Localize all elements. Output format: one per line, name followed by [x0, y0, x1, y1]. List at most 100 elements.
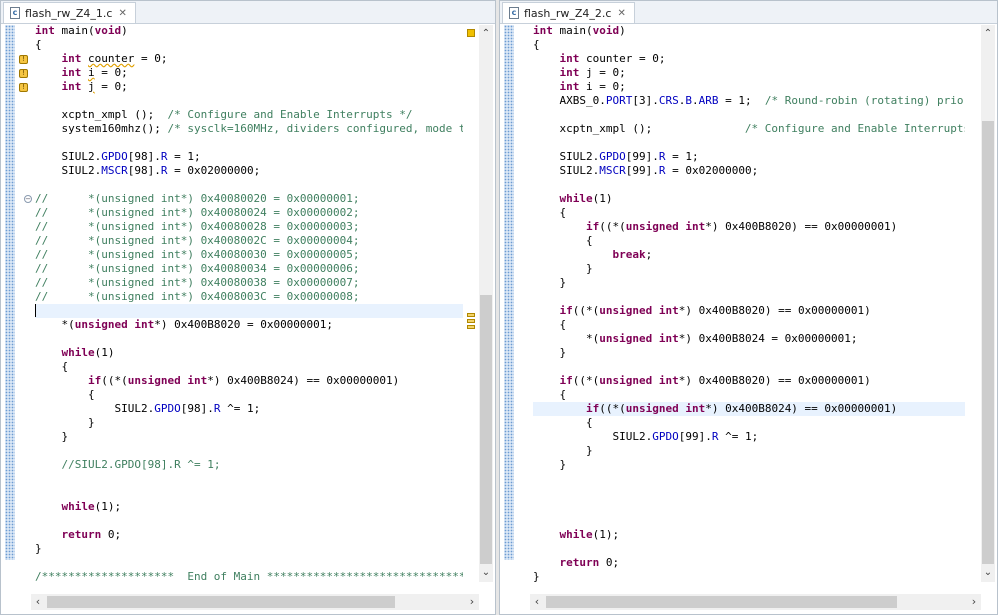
- code-line[interactable]: *(unsigned int*) 0x400B8024 = 0x00000001…: [533, 332, 965, 346]
- code-line[interactable]: [35, 514, 463, 528]
- scroll-right-icon[interactable]: ›: [465, 594, 479, 610]
- code-line[interactable]: [533, 360, 965, 374]
- code-line[interactable]: }: [533, 262, 965, 276]
- code-line[interactable]: [533, 514, 965, 528]
- vertical-scrollbar[interactable]: ⌃ ⌄: [981, 25, 995, 582]
- code-line[interactable]: {: [35, 360, 463, 374]
- code-line[interactable]: }: [35, 542, 463, 556]
- code-line[interactable]: {: [533, 318, 965, 332]
- code-editor[interactable]: int main(void){ int counter = 0; int i =…: [35, 24, 463, 582]
- code-line[interactable]: int counter = 0;: [533, 52, 965, 66]
- scroll-left-icon[interactable]: ‹: [31, 594, 45, 610]
- code-line[interactable]: int i = 0;: [533, 80, 965, 94]
- warning-marker-icon[interactable]: [467, 29, 475, 37]
- code-line[interactable]: SIUL2.GPDO[99].R ^= 1;: [533, 430, 965, 444]
- code-line[interactable]: xcptn_xmpl (); /* Configure and Enable I…: [35, 108, 463, 122]
- code-line[interactable]: {: [35, 388, 463, 402]
- code-line[interactable]: }: [533, 444, 965, 458]
- code-line[interactable]: [35, 136, 463, 150]
- close-icon[interactable]: ✕: [617, 8, 625, 19]
- warning-icon[interactable]: !: [19, 55, 28, 64]
- code-line[interactable]: [35, 486, 463, 500]
- overview-ruler[interactable]: [465, 25, 477, 582]
- code-line[interactable]: *(unsigned int*) 0x400B8020 = 0x00000001…: [35, 318, 463, 332]
- code-line[interactable]: if((*(unsigned int*) 0x400B8024) == 0x00…: [533, 402, 965, 416]
- code-line[interactable]: [35, 178, 463, 192]
- code-line[interactable]: int main(void): [35, 24, 463, 38]
- code-line[interactable]: // *(unsigned int*) 0x40080024 = 0x00000…: [35, 206, 463, 220]
- code-line[interactable]: [35, 332, 463, 346]
- code-line[interactable]: int j = 0;: [35, 80, 463, 94]
- code-line[interactable]: while(1): [35, 346, 463, 360]
- code-line[interactable]: if((*(unsigned int*) 0x400B8020) == 0x00…: [533, 304, 965, 318]
- horizontal-scrollbar[interactable]: ‹ ›: [530, 594, 981, 610]
- code-line[interactable]: }: [533, 570, 965, 582]
- code-line[interactable]: {: [533, 38, 965, 52]
- code-line[interactable]: [533, 486, 965, 500]
- code-line[interactable]: {: [533, 416, 965, 430]
- code-line[interactable]: if((*(unsigned int*) 0x400B8024) == 0x00…: [35, 374, 463, 388]
- scroll-left-icon[interactable]: ‹: [530, 594, 544, 610]
- code-editor[interactable]: int main(void){ int counter = 0; int j =…: [533, 24, 965, 582]
- code-line[interactable]: int i = 0;: [35, 66, 463, 80]
- code-line[interactable]: }: [35, 416, 463, 430]
- code-line[interactable]: int counter = 0;: [35, 52, 463, 66]
- code-line[interactable]: // *(unsigned int*) 0x4008002C = 0x00000…: [35, 234, 463, 248]
- editor-tab[interactable]: c flash_rw_Z4_2.c ✕: [502, 2, 635, 23]
- warning-icon[interactable]: !: [19, 83, 28, 92]
- code-line[interactable]: if((*(unsigned int*) 0x400B8020) == 0x00…: [533, 220, 965, 234]
- code-line[interactable]: [533, 136, 965, 150]
- code-line[interactable]: break;: [533, 248, 965, 262]
- code-line[interactable]: // *(unsigned int*) 0x40080030 = 0x00000…: [35, 248, 463, 262]
- code-line[interactable]: while(1): [533, 192, 965, 206]
- code-line[interactable]: [533, 178, 965, 192]
- occurrence-marker-icon[interactable]: [467, 325, 475, 329]
- code-line[interactable]: {: [35, 38, 463, 52]
- code-line[interactable]: return 0;: [533, 556, 965, 570]
- code-line[interactable]: // *(unsigned int*) 0x40080038 = 0x00000…: [35, 276, 463, 290]
- code-line[interactable]: SIUL2.GPDO[99].R = 1;: [533, 150, 965, 164]
- code-line[interactable]: SIUL2.MSCR[98].R = 0x02000000;: [35, 164, 463, 178]
- code-line[interactable]: }: [533, 458, 965, 472]
- code-line[interactable]: SIUL2.MSCR[99].R = 0x02000000;: [533, 164, 965, 178]
- close-icon[interactable]: ✕: [118, 8, 126, 19]
- code-line[interactable]: [533, 108, 965, 122]
- horizontal-scroll-thumb[interactable]: [47, 596, 395, 608]
- code-line[interactable]: [35, 472, 463, 486]
- code-line[interactable]: // *(unsigned int*) 0x4008003C = 0x00000…: [35, 290, 463, 304]
- code-line[interactable]: int j = 0;: [533, 66, 965, 80]
- code-line[interactable]: // *(unsigned int*) 0x40080034 = 0x00000…: [35, 262, 463, 276]
- occurrence-marker-icon[interactable]: [467, 313, 475, 317]
- code-line[interactable]: int main(void): [533, 24, 965, 38]
- code-line[interactable]: {: [533, 234, 965, 248]
- code-line[interactable]: [35, 94, 463, 108]
- code-line[interactable]: [533, 542, 965, 556]
- code-line[interactable]: [35, 556, 463, 570]
- scroll-down-icon[interactable]: ⌄: [479, 566, 493, 580]
- code-line[interactable]: }: [35, 430, 463, 444]
- fold-toggle-icon[interactable]: −: [24, 195, 32, 203]
- code-line[interactable]: [533, 500, 965, 514]
- scroll-up-icon[interactable]: ⌃: [981, 27, 995, 41]
- editor-tab[interactable]: c flash_rw_Z4_1.c ✕: [3, 2, 136, 23]
- code-line[interactable]: }: [533, 346, 965, 360]
- code-line[interactable]: SIUL2.GPDO[98].R = 1;: [35, 150, 463, 164]
- code-line[interactable]: {: [533, 388, 965, 402]
- code-line[interactable]: /******************** End of Main ******…: [35, 570, 463, 582]
- code-line[interactable]: [35, 304, 463, 318]
- occurrence-marker-icon[interactable]: [467, 319, 475, 323]
- vertical-scroll-thumb[interactable]: [982, 121, 994, 564]
- code-line[interactable]: return 0;: [35, 528, 463, 542]
- horizontal-scrollbar[interactable]: ‹ ›: [31, 594, 479, 610]
- code-line[interactable]: while(1);: [35, 500, 463, 514]
- code-line[interactable]: SIUL2.GPDO[98].R ^= 1;: [35, 402, 463, 416]
- code-line[interactable]: [35, 444, 463, 458]
- code-line[interactable]: }: [533, 276, 965, 290]
- code-line[interactable]: AXBS_0.PORT[3].CRS.B.ARB = 1; /* Round-r…: [533, 94, 965, 108]
- vertical-scrollbar[interactable]: ⌃ ⌄: [479, 25, 493, 582]
- code-line[interactable]: [533, 290, 965, 304]
- code-line[interactable]: if((*(unsigned int*) 0x400B8020) == 0x00…: [533, 374, 965, 388]
- code-line[interactable]: system160mhz(); /* sysclk=160MHz, divide…: [35, 122, 463, 136]
- code-line[interactable]: //SIUL2.GPDO[98].R ^= 1;: [35, 458, 463, 472]
- code-line[interactable]: [533, 472, 965, 486]
